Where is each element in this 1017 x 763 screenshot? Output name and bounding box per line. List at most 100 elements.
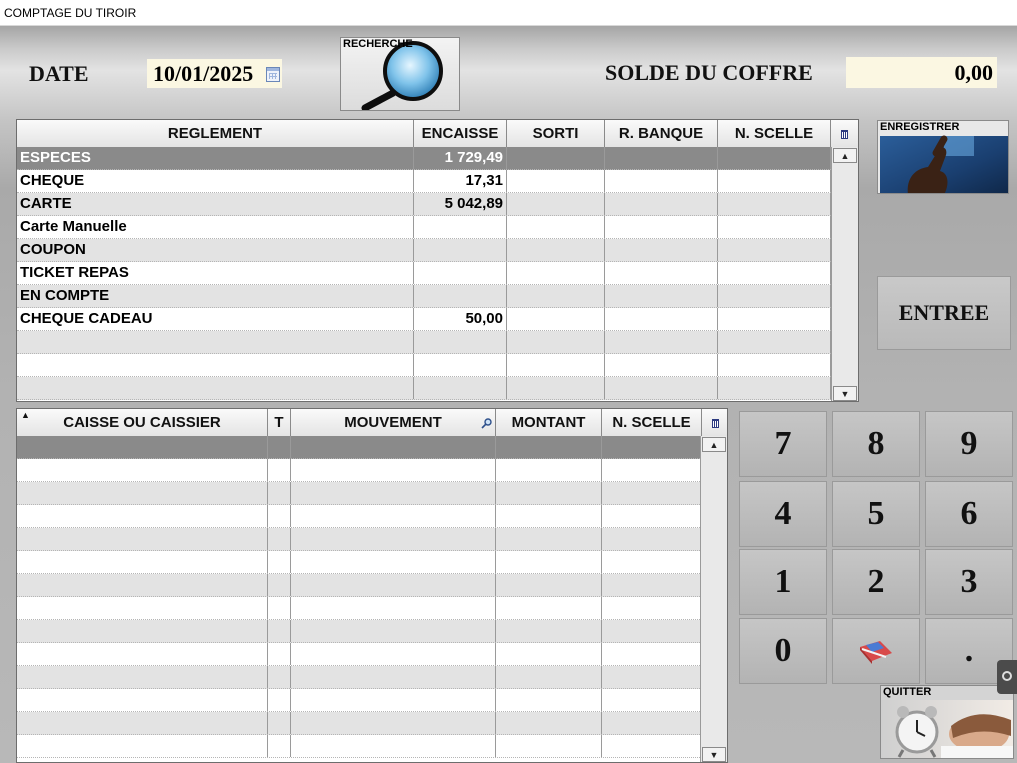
table-row[interactable] <box>17 331 831 354</box>
table-cell[interactable]: 5 042,89 <box>414 193 507 215</box>
keypad-key-3[interactable]: 3 <box>925 549 1013 615</box>
side-toggle-icon[interactable] <box>997 660 1017 694</box>
table-row[interactable] <box>17 666 702 689</box>
table-cell[interactable] <box>602 574 702 596</box>
table-row[interactable]: ESPECES 1 729,49 <box>17 147 831 170</box>
table-cell[interactable] <box>17 505 268 527</box>
table-cell[interactable]: CARTE <box>17 193 414 215</box>
table-cell[interactable] <box>605 216 718 238</box>
scroll-down-button[interactable]: ▼ <box>833 386 857 401</box>
table-cell[interactable] <box>496 528 602 550</box>
table-cell[interactable] <box>718 170 831 192</box>
calendar-icon[interactable] <box>266 67 280 82</box>
table-cell[interactable] <box>496 689 602 711</box>
table-cell[interactable] <box>17 597 268 619</box>
table-cell[interactable] <box>414 331 507 353</box>
table-cell[interactable] <box>602 459 702 481</box>
table-cell[interactable] <box>507 377 605 399</box>
table-cell[interactable] <box>17 459 268 481</box>
table-cell[interactable] <box>507 193 605 215</box>
table-row[interactable] <box>17 551 702 574</box>
table-cell[interactable] <box>496 712 602 734</box>
table-cell[interactable] <box>268 620 291 642</box>
table-cell[interactable]: Carte Manuelle <box>17 216 414 238</box>
table-cell[interactable] <box>602 528 702 550</box>
table-row[interactable] <box>17 735 702 758</box>
table-cell[interactable] <box>602 666 702 688</box>
table-cell[interactable] <box>605 331 718 353</box>
keypad-eraser-button[interactable] <box>832 618 920 684</box>
table-row[interactable] <box>17 574 702 597</box>
table-cell[interactable] <box>17 354 414 376</box>
table-cell[interactable] <box>718 262 831 284</box>
table-cell[interactable] <box>602 643 702 665</box>
table-row[interactable]: COUPON <box>17 239 831 262</box>
table-cell[interactable] <box>291 643 496 665</box>
table-cell[interactable]: CHEQUE <box>17 170 414 192</box>
table-cell[interactable] <box>268 643 291 665</box>
recherche-button[interactable]: RECHERCHE <box>340 37 460 111</box>
table-cell[interactable] <box>496 597 602 619</box>
table-cell[interactable] <box>291 482 496 504</box>
table-cell[interactable] <box>602 505 702 527</box>
delete-mouvement-button[interactable] <box>702 409 727 436</box>
table-cell[interactable] <box>268 666 291 688</box>
table-row[interactable]: EN COMPTE <box>17 285 831 308</box>
table-cell[interactable] <box>268 597 291 619</box>
table-cell[interactable] <box>496 459 602 481</box>
col-reglement[interactable]: REGLEMENT <box>17 120 414 147</box>
table-cell[interactable] <box>17 436 268 458</box>
table-row[interactable] <box>17 482 702 505</box>
table-cell[interactable] <box>496 551 602 573</box>
table-cell[interactable] <box>17 620 268 642</box>
table-cell[interactable] <box>414 239 507 261</box>
table-cell[interactable] <box>718 308 831 330</box>
table-row[interactable]: CHEQUE 17,31 <box>17 170 831 193</box>
table-cell[interactable] <box>602 712 702 734</box>
table-cell[interactable] <box>605 193 718 215</box>
table-cell[interactable] <box>291 436 496 458</box>
table-cell[interactable] <box>496 574 602 596</box>
keypad-key-8[interactable]: 8 <box>832 411 920 477</box>
scroll-down-button[interactable]: ▼ <box>702 747 726 762</box>
keypad-key-1[interactable]: 1 <box>739 549 827 615</box>
search-icon[interactable] <box>481 417 493 429</box>
table-cell[interactable]: CHEQUE CADEAU <box>17 308 414 330</box>
table-cell[interactable] <box>718 216 831 238</box>
table-cell[interactable] <box>718 239 831 261</box>
table-cell[interactable] <box>605 308 718 330</box>
table-cell[interactable] <box>291 620 496 642</box>
table-cell[interactable] <box>507 262 605 284</box>
table-cell[interactable] <box>268 712 291 734</box>
table-cell[interactable]: 17,31 <box>414 170 507 192</box>
keypad-key-9[interactable]: 9 <box>925 411 1013 477</box>
table-cell[interactable] <box>602 735 702 757</box>
table-cell[interactable] <box>268 436 291 458</box>
table-cell[interactable] <box>17 331 414 353</box>
table-cell[interactable]: COUPON <box>17 239 414 261</box>
table-cell[interactable] <box>414 216 507 238</box>
col-mouvement[interactable]: MOUVEMENT <box>291 409 496 436</box>
col-montant[interactable]: MONTANT <box>496 409 602 436</box>
table-cell[interactable] <box>507 239 605 261</box>
table-cell[interactable] <box>17 482 268 504</box>
table-cell[interactable] <box>414 377 507 399</box>
table-row[interactable] <box>17 712 702 735</box>
table-cell[interactable] <box>17 689 268 711</box>
table-cell[interactable] <box>496 643 602 665</box>
table-cell[interactable] <box>268 459 291 481</box>
table-row[interactable] <box>17 459 702 482</box>
table-cell[interactable] <box>268 505 291 527</box>
table-cell[interactable] <box>291 689 496 711</box>
reglement-grid-scrollbar[interactable]: ▲ ▼ <box>831 147 858 401</box>
table-cell[interactable] <box>268 735 291 757</box>
table-cell[interactable] <box>605 170 718 192</box>
table-cell[interactable] <box>17 551 268 573</box>
table-row[interactable] <box>17 620 702 643</box>
table-cell[interactable] <box>602 689 702 711</box>
table-cell[interactable]: EN COMPTE <box>17 285 414 307</box>
table-cell[interactable] <box>605 377 718 399</box>
table-cell[interactable]: ESPECES <box>17 147 414 169</box>
table-cell[interactable] <box>17 528 268 550</box>
table-cell[interactable] <box>414 262 507 284</box>
